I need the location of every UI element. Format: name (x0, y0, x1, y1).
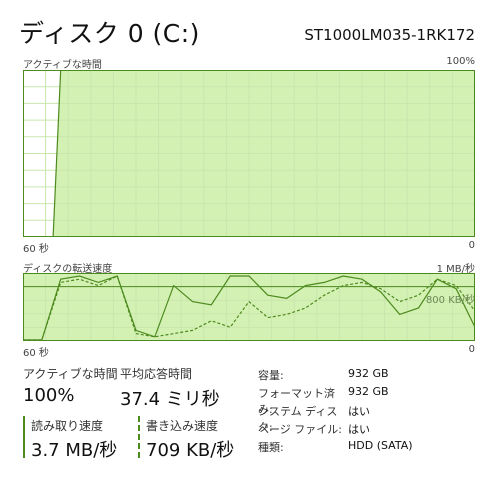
property-label: フォーマット済み: (258, 387, 335, 416)
property-label: システム ディスク: (258, 405, 338, 434)
property-label: 容量: (258, 369, 284, 382)
disk-properties: 容量: 932 GB フォーマット済み: 932 GB システム ディスク: は… (258, 367, 488, 457)
property-row: システム ディスク: はい (258, 403, 488, 434)
transfer-rate-chart (23, 273, 475, 341)
property-value: 932 GB (348, 367, 389, 380)
transfer-chart-mid: 800 KB/秒 (425, 295, 475, 306)
avg-response-value: 37.4 ミリ秒 (120, 389, 220, 410)
read-speed-label: 読み取り速度 (31, 419, 104, 433)
property-row: ページ ファイル: はい (258, 421, 488, 439)
active-time-label: アクティブな時間 (23, 367, 118, 381)
active-chart-max: 100% (446, 56, 475, 67)
write-speed-value: 709 KB/秒 (146, 440, 235, 461)
write-speed-indicator (138, 416, 140, 458)
property-label: 種類: (258, 441, 284, 454)
active-chart-xleft: 60 秒 (23, 244, 49, 255)
read-speed-value: 3.7 MB/秒 (31, 440, 118, 461)
write-speed-label: 書き込み速度 (146, 419, 219, 433)
transfer-chart-xright: 0 (468, 344, 475, 355)
active-time-value: 100% (23, 385, 75, 406)
property-value: HDD (SATA) (348, 439, 413, 452)
property-row: フォーマット済み: 932 GB (258, 385, 488, 416)
property-row: 容量: 932 GB (258, 367, 488, 385)
transfer-chart-xleft: 60 秒 (23, 348, 49, 359)
property-value: はい (348, 405, 370, 418)
property-label: ページ ファイル: (258, 423, 342, 436)
disk-title: ディスク 0 (C:) (19, 19, 200, 48)
disk-model: ST1000LM035-1RK172 (304, 26, 475, 44)
property-value: 932 GB (348, 385, 389, 398)
avg-response-label: 平均応答時間 (120, 367, 193, 381)
property-value: はい (348, 423, 370, 436)
active-chart-label: アクティブな時間 (23, 60, 102, 71)
active-time-chart (23, 70, 475, 237)
property-row: 種類: HDD (SATA) (258, 439, 488, 457)
read-speed-indicator (23, 416, 25, 458)
active-chart-xright: 0 (468, 240, 475, 251)
